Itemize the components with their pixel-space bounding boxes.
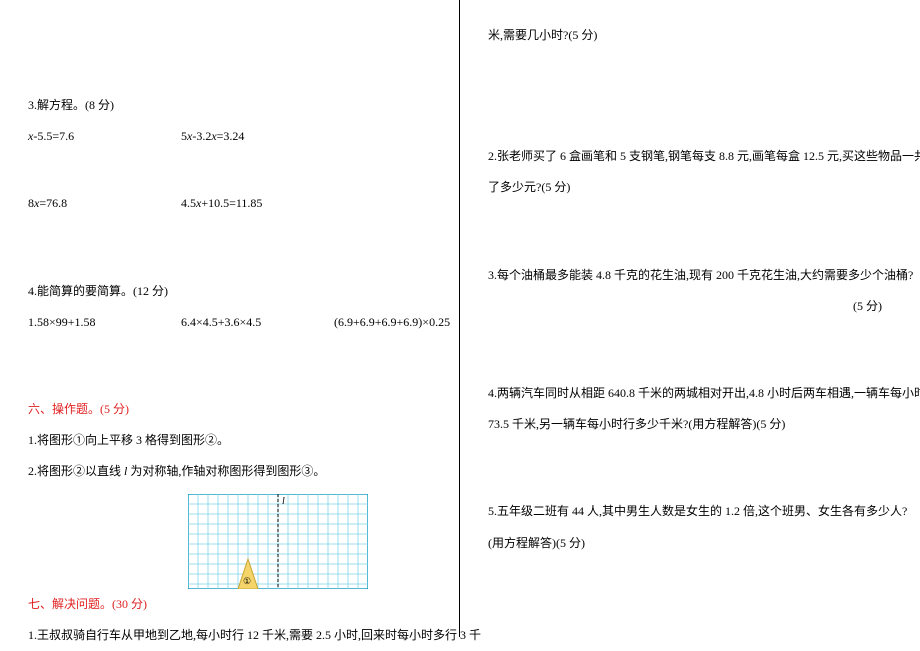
r5: 5.五年级二班有 44 人,其中男生人数是女生的 1.2 倍,这个班男、女生各有… — [488, 496, 892, 527]
q4-a: 1.58×99+1.58 — [28, 307, 178, 338]
r4b: 73.5 千米,另一辆车每小时行多少千米?(用方程解答)(5 分) — [488, 409, 892, 440]
r1-cont: 米,需要几小时?(5 分) — [488, 20, 892, 51]
right-column: 米,需要几小时?(5 分) 2.张老师买了 6 盒画笔和 5 支钢笔,钢笔每支 … — [460, 0, 920, 637]
section6-title: 六、操作题。(5 分) — [28, 394, 431, 425]
r3b: (5 分) — [488, 291, 892, 322]
q3-eq2b-post: +10.5=11.85 — [201, 188, 262, 219]
r5b: (用方程解答)(5 分) — [488, 528, 892, 559]
section7-title: 七、解决问题。(30 分) — [28, 589, 431, 620]
s6-2-post: 为对称轴,作轴对称图形得到图形③。 — [127, 464, 325, 478]
r4: 4.两辆汽车同时从相距 640.8 千米的两城相对开出,4.8 小时后两车相遇,… — [488, 378, 892, 409]
q3-eq1b-end: =3.24 — [217, 121, 245, 152]
left-column: 3.解方程。(8 分) x-5.5=7.6 5x-3.2x=3.24 8x=76… — [0, 0, 460, 637]
s7-item1: 1.王叔叔骑自行车从甲地到乙地,每小时行 12 千米,需要 2.5 小时,回来时… — [28, 620, 431, 651]
grid-label-one: ① — [243, 576, 251, 586]
q3-eq2a-post: =76.8 — [39, 188, 67, 219]
q4-row: 1.58×99+1.58 6.4×4.5+3.6×4.5 (6.9+6.9+6.… — [28, 307, 431, 338]
grid-label-l: l — [282, 496, 285, 507]
q3-eq1b-post: -3.2 — [192, 121, 211, 152]
q3-row2: 8x=76.8 4.5x+10.5=11.85 — [28, 188, 431, 219]
s6-item1: 1.将图形①向上平移 3 格得到图形②。 — [28, 425, 431, 456]
s6-item2: 2.将图形②以直线 l 为对称轴,作轴对称图形得到图形③。 — [28, 456, 431, 487]
s6-2-pre: 2.将图形②以直线 — [28, 464, 124, 478]
r2: 2.张老师买了 6 盒画笔和 5 支钢笔,钢笔每支 8.8 元,画笔每盒 12.… — [488, 141, 892, 172]
r3: 3.每个油桶最多能装 4.8 千克的花生油,现有 200 千克花生油,大约需要多… — [488, 260, 892, 291]
q3-eq2b-pre: 4.5 — [181, 188, 196, 219]
q4-title: 4.能简算的要简算。(12 分) — [28, 276, 431, 307]
q4-b: 6.4×4.5+3.6×4.5 — [181, 307, 331, 338]
q3-title: 3.解方程。(8 分) — [28, 90, 431, 121]
q3-eq1a-rest: -5.5=7.6 — [33, 121, 74, 152]
grid-svg: l ① — [188, 494, 368, 589]
grid-figure: l ① — [188, 494, 431, 589]
r2b: 了多少元?(5 分) — [488, 172, 892, 203]
q3-row1: x-5.5=7.6 5x-3.2x=3.24 — [28, 121, 431, 152]
